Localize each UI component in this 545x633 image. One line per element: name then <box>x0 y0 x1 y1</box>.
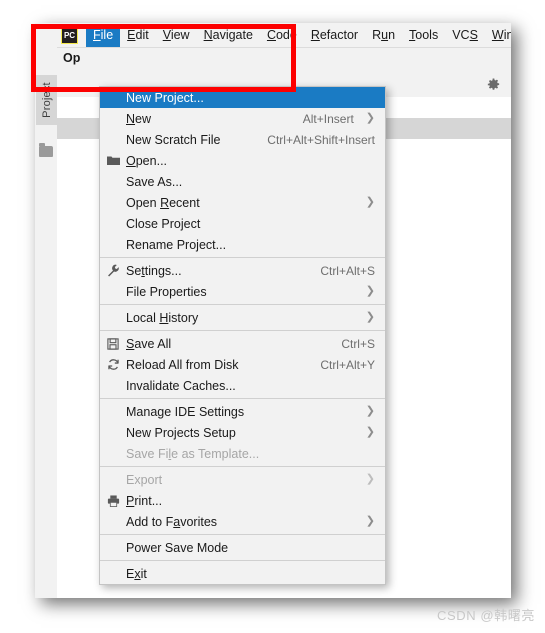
menu-item-label: Reload All from Disk <box>126 357 239 372</box>
menu-bar-item-view[interactable]: View <box>156 24 197 47</box>
menu-separator <box>100 304 385 305</box>
chevron-right-icon: ❯ <box>365 112 375 124</box>
menu-separator <box>100 257 385 258</box>
menu-item-shortcut: Ctrl+Alt+S <box>320 263 375 278</box>
menu-bar-item-code[interactable]: Code <box>260 24 304 47</box>
menu-bar-item-navigate[interactable]: Navigate <box>197 24 260 47</box>
menu-item-label: Manage IDE Settings <box>126 404 245 419</box>
file-menu-dropdown[interactable]: New Project... New Alt+Insert ❯ New Scratch … <box>99 86 386 585</box>
menu-separator <box>100 398 385 399</box>
menu-bar-item-vcs[interactable]: VCS <box>445 24 485 47</box>
menu-item-label: Open... <box>126 153 168 168</box>
menu-item-power-save-mode[interactable]: Power Save Mode <box>100 537 385 558</box>
menu-item-rename-project[interactable]: Rename Project... <box>100 234 385 255</box>
menu-item-save-file-as-template: Save File as Template... <box>100 443 385 464</box>
reload-icon <box>100 358 126 371</box>
menu-bar-items: File Edit View Navigate Code Refactor Run Tools… <box>86 23 511 47</box>
menu-bar: PC File Edit View Navigate Code Refactor Run To… <box>57 23 511 48</box>
menu-bar-item-file[interactable]: File <box>86 23 121 47</box>
menu-item-shortcut: Ctrl+Alt+Y <box>320 357 375 372</box>
menu-item-local-history[interactable]: Local History ❯ <box>100 307 385 328</box>
menu-bar-item-edit[interactable]: Edit <box>120 24 156 47</box>
menu-item-invalidate-caches[interactable]: Invalidate Caches... <box>100 375 385 396</box>
chevron-right-icon: ❯ <box>365 426 375 438</box>
menu-bar-item-run[interactable]: Run <box>365 24 402 47</box>
menu-item-reload-all-from-disk[interactable]: Reload All from Disk Ctrl+Alt+Y <box>100 354 385 375</box>
menu-item-label: New Projects Setup <box>126 425 236 440</box>
menu-separator <box>100 466 385 467</box>
menu-item-label: New Project... <box>126 90 204 105</box>
menu-item-label: Local History <box>126 310 199 325</box>
menu-item-label: Power Save Mode <box>126 540 229 555</box>
menu-item-label: Export <box>126 472 163 487</box>
folder-icon <box>100 155 126 166</box>
toolbar-open-label[interactable]: Op <box>63 51 80 65</box>
menu-item-label: Save As... <box>126 174 183 189</box>
watermark-text: CSDN @韩曙亮 <box>436 608 535 623</box>
menu-item-label: New <box>126 111 152 126</box>
menu-item-label: Save All <box>126 336 172 351</box>
menu-item-label: Rename Project... <box>126 237 227 252</box>
menu-item-settings[interactable]: Settings... Ctrl+Alt+S <box>100 260 385 281</box>
menu-item-save-all[interactable]: Save All Ctrl+S <box>100 333 385 354</box>
menu-item-open[interactable]: Open... <box>100 150 385 171</box>
menu-item-label: File Properties <box>126 284 207 299</box>
menu-item-new-scratch-file[interactable]: New Scratch File Ctrl+Alt+Shift+Insert <box>100 129 385 150</box>
chevron-right-icon: ❯ <box>365 515 375 527</box>
menu-bar-item-window[interactable]: Window <box>485 24 511 47</box>
menu-item-print[interactable]: Print... <box>100 490 385 511</box>
menu-separator <box>100 330 385 331</box>
print-icon <box>100 494 126 507</box>
menu-item-add-to-favorites[interactable]: Add to Favorites ❯ <box>100 511 385 532</box>
chevron-right-icon: ❯ <box>365 285 375 297</box>
menu-item-open-recent[interactable]: Open Recent ❯ <box>100 192 385 213</box>
folder-icon <box>39 143 53 157</box>
menu-item-file-properties[interactable]: File Properties ❯ <box>100 281 385 302</box>
menu-item-shortcut: Ctrl+S <box>341 336 375 351</box>
menu-item-new[interactable]: New Alt+Insert ❯ <box>100 108 385 129</box>
gear-icon[interactable] <box>487 78 500 91</box>
menu-item-label: New Scratch File <box>126 132 221 147</box>
sidebar-item-project[interactable]: Project <box>36 75 58 125</box>
ide-window: Project PC File Edit View Navigate Code Refac… <box>35 23 511 598</box>
menu-bar-item-tools[interactable]: Tools <box>402 24 445 47</box>
menu-item-shortcut: Ctrl+Alt+Shift+Insert <box>267 132 375 147</box>
menu-item-save-as[interactable]: Save As... <box>100 171 385 192</box>
chevron-right-icon: ❯ <box>365 473 375 485</box>
menu-item-label: Invalidate Caches... <box>126 378 236 393</box>
menu-item-label: Close Project <box>126 216 201 231</box>
toolbar-row: Op <box>57 48 511 73</box>
wrench-icon <box>100 264 126 277</box>
menu-bar-item-refactor[interactable]: Refactor <box>304 24 365 47</box>
tool-window-stripe: Project <box>35 23 58 598</box>
save-icon <box>100 337 126 350</box>
menu-item-manage-ide-settings[interactable]: Manage IDE Settings ❯ <box>100 401 385 422</box>
chevron-right-icon: ❯ <box>365 405 375 417</box>
menu-item-new-project[interactable]: New Project... <box>100 87 385 108</box>
chevron-right-icon: ❯ <box>365 196 375 208</box>
menu-item-label: Open Recent <box>126 195 200 210</box>
menu-item-export: Export ❯ <box>100 469 385 490</box>
menu-item-shortcut: Alt+Insert <box>302 111 354 126</box>
menu-separator <box>100 534 385 535</box>
pycharm-logo-icon: PC <box>61 26 78 44</box>
menu-item-label: Save File as Template... <box>126 446 260 461</box>
menu-item-label: Settings... <box>126 263 182 278</box>
menu-item-label: Exit <box>126 566 147 581</box>
menu-item-close-project[interactable]: Close Project <box>100 213 385 234</box>
menu-item-new-projects-setup[interactable]: New Projects Setup ❯ <box>100 422 385 443</box>
menu-item-label: Print... <box>126 493 163 508</box>
chevron-right-icon: ❯ <box>365 311 375 323</box>
menu-item-exit[interactable]: Exit <box>100 563 385 584</box>
menu-item-label: Add to Favorites <box>126 514 218 529</box>
menu-separator <box>100 560 385 561</box>
screenshot-root: Project PC File Edit View Navigate Code Refac… <box>0 0 545 633</box>
